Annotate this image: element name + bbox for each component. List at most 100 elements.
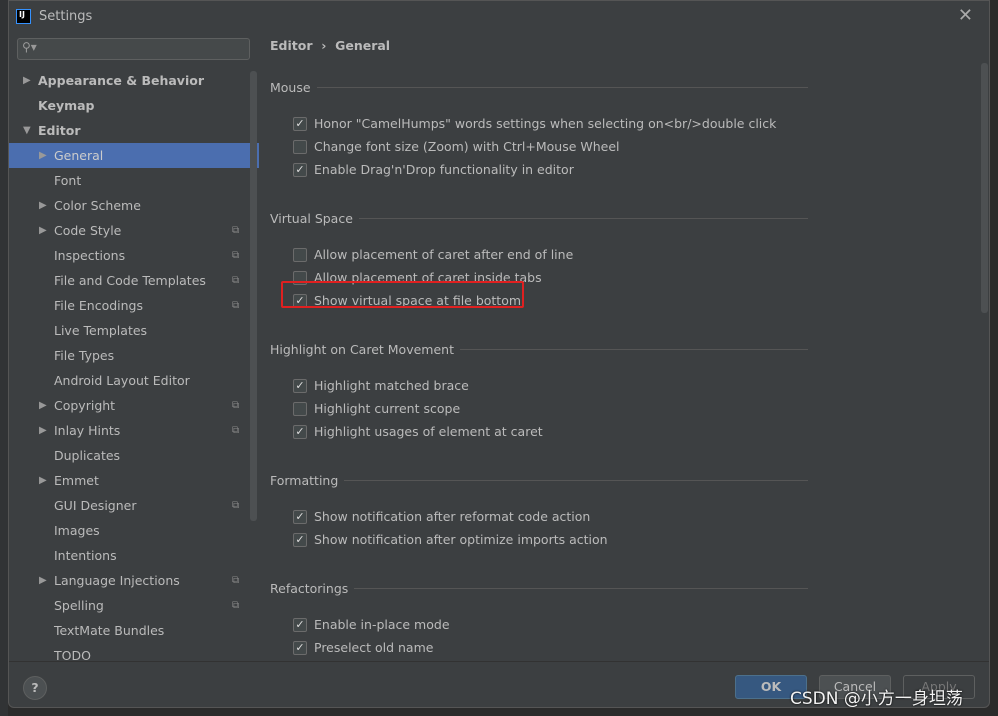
checkbox-option[interactable]: ✓ Enable Drag'n'Drop functionality in edi… [293,162,574,177]
checkbox-label: Show notification after reformat code ac… [314,509,591,524]
checkbox-label: Preselect old name [314,640,434,655]
search-icon: ⚲▾ [22,40,37,54]
checkbox-option[interactable]: ✓ Honor "CamelHumps" words settings when … [293,116,776,131]
sidebar-item[interactable]: ▶ Appearance & Behavior [9,68,259,93]
breadcrumb: Editor › General [270,38,390,53]
search-input[interactable]: ⚲▾ [17,38,250,60]
sidebar-item-label: Editor [38,123,81,138]
watermark: CSDN @小方一身坦荡 [790,689,963,709]
close-icon[interactable]: ✕ [958,5,973,26]
breadcrumb-current: General [335,38,391,53]
sidebar-item[interactable]: ▶ General [9,143,259,168]
checkbox-checked[interactable]: ✓ [293,509,307,524]
sidebar-item[interactable]: Spelling ⧉ [9,593,259,618]
sidebar-item-label: TextMate Bundles [54,623,165,638]
sidebar-item[interactable]: Live Templates [9,318,259,343]
project-scope-icon: ⧉ [232,575,240,586]
sidebar-item-label: Emmet [54,473,99,488]
sidebar-item[interactable]: Inspections ⧉ [9,243,259,268]
checkbox-checked[interactable]: ✓ [293,617,307,632]
expanded-arrow-icon[interactable]: ▼ [23,118,31,143]
checkbox-option[interactable]: Allow placement of caret after end of li… [293,247,573,262]
sidebar-item[interactable]: Font [9,168,259,193]
sidebar-item[interactable]: File Encodings ⧉ [9,293,259,318]
checkbox-label: Enable Drag'n'Drop functionality in edit… [314,162,574,177]
sidebar-item-label: Duplicates [54,448,121,463]
checkbox-checked[interactable]: ✓ [293,162,307,177]
checkbox-unchecked[interactable] [293,139,307,154]
sidebar-item-label: Keymap [38,98,95,113]
sidebar-item[interactable]: ▶ Emmet [9,468,259,493]
checkbox-option[interactable]: ✓ Preselect old name [293,640,433,655]
checkbox-label: Change font size (Zoom) with Ctrl+Mouse … [314,139,620,154]
sidebar-item[interactable]: TextMate Bundles [9,618,259,643]
project-scope-icon: ⧉ [232,250,240,261]
checkbox-option[interactable]: ✓ Highlight matched brace [293,378,469,393]
sidebar-item-label: Intentions [54,548,117,563]
sidebar-item-label: Code Style [54,223,122,238]
section-title: Formatting [270,473,339,488]
sidebar-item[interactable]: ▶ Copyright ⧉ [9,393,259,418]
sidebar-item[interactable]: Duplicates [9,443,259,468]
project-scope-icon: ⧉ [232,400,240,411]
sidebar-item[interactable]: File Types [9,343,259,368]
sidebar-item[interactable]: ▶ Code Style ⧉ [9,218,259,243]
sidebar-item[interactable]: ▶ Color Scheme [9,193,259,218]
help-button[interactable]: ? [23,676,47,700]
divider [344,480,808,481]
collapsed-arrow-icon[interactable]: ▶ [39,193,47,218]
breadcrumb-parent[interactable]: Editor [270,38,313,53]
sidebar-item[interactable]: Keymap [9,93,259,118]
collapsed-arrow-icon[interactable]: ▶ [23,68,31,93]
highlight-box [281,281,524,308]
sidebar-item-label: Color Scheme [54,198,141,213]
intellij-logo-icon: IJ [16,8,31,24]
checkbox-checked[interactable]: ✓ [293,532,307,547]
sidebar-item-label: Inlay Hints [54,423,121,438]
checkbox-option[interactable]: ✓ Enable in-place mode [293,617,450,632]
checkbox-unchecked[interactable] [293,401,307,416]
title-bar: IJ Settings ✕ [9,1,989,31]
sidebar-item[interactable]: ▼ Editor [9,118,259,143]
sidebar-item[interactable]: Android Layout Editor [9,368,259,393]
checkbox-label: Allow placement of caret after end of li… [314,247,574,262]
sidebar-item[interactable]: GUI Designer ⧉ [9,493,259,518]
collapsed-arrow-icon[interactable]: ▶ [39,468,47,493]
section-title: Mouse [270,80,311,95]
settings-sidebar: ⚲▾ ▶ Appearance & Behavior Keymap ▼ Editor ▶ G… [9,31,259,661]
sidebar-item-label: File and Code Templates [54,273,206,288]
checkbox-checked[interactable]: ✓ [293,424,307,439]
sidebar-item[interactable]: ▶ Inlay Hints ⧉ [9,418,259,443]
background-ide [0,0,8,716]
collapsed-arrow-icon[interactable]: ▶ [39,568,47,593]
collapsed-arrow-icon[interactable]: ▶ [39,418,47,443]
collapsed-arrow-icon[interactable]: ▶ [39,393,47,418]
checkbox-option[interactable]: ✓ Highlight usages of element at caret [293,424,543,439]
sidebar-item-label: Copyright [54,398,116,413]
checkbox-option[interactable]: ✓ Show notification after reformat code a… [293,509,590,524]
collapsed-arrow-icon[interactable]: ▶ [39,143,47,168]
sidebar-item-label: Appearance & Behavior [38,73,204,88]
sidebar-item[interactable]: ▶ Language Injections ⧉ [9,568,259,593]
sidebar-item-label: Spelling [54,598,104,613]
sidebar-item-label: File Encodings [54,298,144,313]
sidebar-item-label: GUI Designer [54,498,137,513]
settings-content: Editor › General Mouse ✓ Honor "CamelHumps… [260,31,990,661]
checkbox-option[interactable]: ✓ Show notification after optimize import… [293,532,608,547]
content-scrollbar[interactable] [981,63,988,313]
sidebar-item[interactable]: Images [9,518,259,543]
sidebar-item-label: Android Layout Editor [54,373,190,388]
checkbox-option[interactable]: Change font size (Zoom) with Ctrl+Mouse … [293,139,620,154]
project-scope-icon: ⧉ [232,225,240,236]
checkbox-checked[interactable]: ✓ [293,116,307,131]
collapsed-arrow-icon[interactable]: ▶ [39,218,47,243]
checkbox-unchecked[interactable] [293,247,307,262]
sidebar-item[interactable]: Intentions [9,543,259,568]
sidebar-item[interactable]: TODO [9,643,259,661]
checkbox-checked[interactable]: ✓ [293,640,307,655]
window-title: Settings [39,8,93,24]
sidebar-scrollbar[interactable] [250,71,257,521]
checkbox-checked[interactable]: ✓ [293,378,307,393]
sidebar-item[interactable]: File and Code Templates ⧉ [9,268,259,293]
checkbox-option[interactable]: Highlight current scope [293,401,460,416]
